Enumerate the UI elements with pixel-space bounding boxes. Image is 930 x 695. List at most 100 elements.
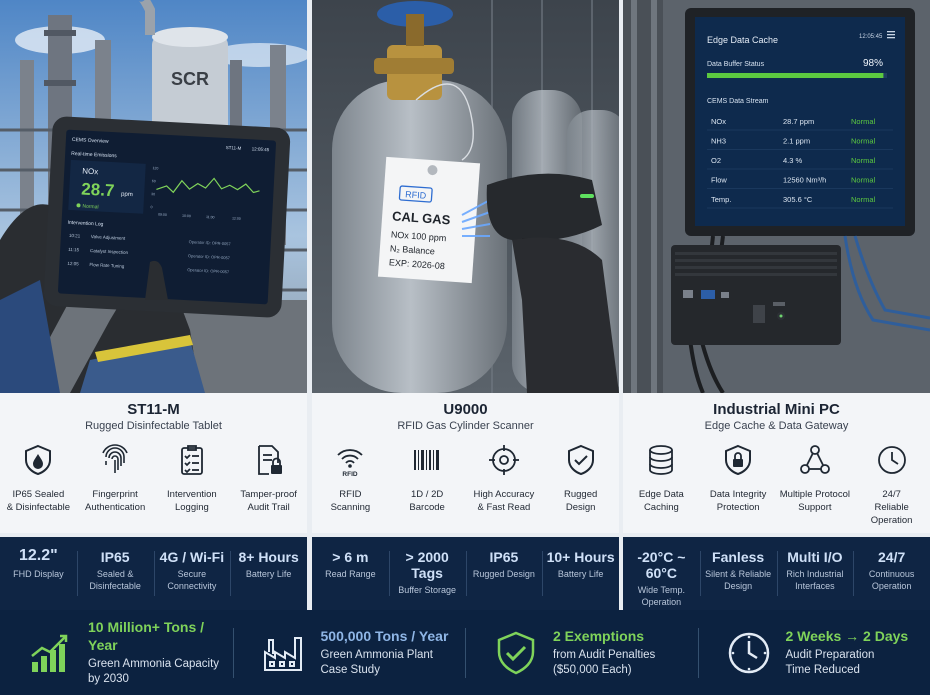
menu-icon[interactable]	[887, 31, 895, 39]
stat-value: 4G / Wi-Fi	[159, 549, 225, 565]
kpi-title: 2 Exemptions	[553, 628, 645, 644]
feature-label: Multiple Protocol Support	[779, 489, 850, 513]
feature-caching: Edge Data Caching	[623, 443, 699, 527]
feature-logging: Intervention Logging	[154, 443, 230, 514]
stream-row-name: NOx	[711, 117, 726, 126]
shield-check-icon	[567, 444, 594, 476]
fingerprint-icon	[102, 444, 128, 473]
kpi-text: 10 Million+ Tons / Year Green Ammonia Ca…	[88, 618, 233, 687]
kpi-bar: 10 Million+ Tons / Year Green Ammonia Ca…	[0, 610, 930, 695]
feature-label: 1D / 2D Barcode	[409, 489, 445, 513]
stat-value: > 6 m	[332, 549, 369, 565]
kpi-desc-2: ($50,000 Each)	[553, 664, 632, 676]
kpi-title: 2 Weeks → 2 Days	[785, 628, 909, 644]
tablet-photo: SCR CEMS Overview ST11-M 12:05:45 Real-t…	[0, 0, 307, 393]
product-subtitle: Edge Cache & Data Gateway	[704, 420, 849, 432]
feature-label: RFID Scanning	[330, 489, 371, 513]
database-icon	[649, 445, 674, 475]
stat-display: 12.2" FHD Display	[0, 537, 77, 610]
clock-icon	[877, 446, 906, 474]
stream-row-status: Normal	[851, 176, 876, 185]
stat-value: 10+ Hours	[546, 549, 615, 565]
tablet-screen-time: 12:05:45	[252, 146, 270, 152]
stream-row-status: Normal	[851, 195, 876, 204]
kpi-text: 2 Exemptions from Audit Penalties ($50,0…	[553, 627, 655, 678]
feature-row: Edge Data Caching Data Integrity Protectio…	[623, 443, 930, 527]
edge-screen-title: Edge Data Cache	[707, 35, 778, 45]
stat-label: Battery Life	[245, 569, 292, 579]
stat-value: 24/7	[878, 549, 906, 565]
tablet-axis-x-1: 10:00	[182, 214, 191, 218]
log-time-0: 10:21	[69, 233, 81, 239]
stream-title: CEMS Data Stream	[707, 98, 769, 105]
tablet-axis-y-3: 0	[150, 205, 152, 209]
tablet-metric-value: 28.7	[81, 179, 115, 200]
stat-label: Read Range	[325, 569, 376, 579]
tablet-axis-y-1: 60	[152, 179, 156, 183]
buffer-value: 98%	[863, 58, 883, 69]
tablet-screen-id: ST11-M	[226, 145, 242, 151]
tag-rfid-label: RFID	[405, 189, 427, 200]
kpi-desc-1: from Audit Penalties	[553, 649, 656, 661]
barcode-icon	[414, 450, 440, 470]
stat-io: Multi I/O Rich Industrial Interfaces	[776, 537, 854, 610]
stat-label: Wide Temp. Operation	[637, 585, 686, 607]
stream-row-value: 4.3 %	[783, 156, 803, 165]
feature-rugged: Rugged Design	[543, 443, 619, 514]
tablet-status: Normal	[82, 204, 98, 211]
product-title: ST11-M	[127, 401, 180, 418]
feature-row: RFID RFID Scanning 1D / 2D Barcode High Ac…	[312, 443, 619, 514]
product-info-u9000: U9000 RFID Gas Cylinder Scanner RFID RFI…	[312, 393, 619, 533]
stream-row-value: 28.7 ppm	[783, 117, 814, 126]
stat-uptime: 24/7 Continuous Operation	[853, 537, 930, 610]
kpi-title: 500,000 Tons / Year	[320, 628, 449, 644]
kpi-desc-2: Case Study	[320, 664, 380, 676]
stream-row-status: Normal	[851, 156, 876, 165]
feature-ip65: IP65 Sealed & Disinfectable	[0, 443, 76, 514]
kpi-plant: 500,000 Tons / Year Green Ammonia Plant …	[232, 618, 466, 688]
feature-label: Edge Data Caching	[638, 489, 684, 513]
tablet-axis-x-0: 09:00	[158, 213, 167, 217]
buffer-fill	[707, 73, 884, 78]
stats-bar-st11m: 12.2" FHD Display IP65 Sealed & Disinfectab…	[0, 537, 307, 610]
stream-row-value: 305.6 °C	[783, 195, 813, 204]
feature-label: 24/7 Reliable Operation	[870, 489, 913, 526]
stat-value: IP65	[100, 549, 130, 565]
tablet-axis-x-3: 12:00	[232, 216, 241, 220]
kpi-text: 2 Weeks → 2 Days Audit Preparation Time …	[786, 627, 909, 678]
stream-row-status: Normal	[851, 117, 876, 126]
stat-value: Multi I/O	[787, 549, 843, 565]
clock-icon	[728, 632, 769, 673]
stream-row-value: 2.1 ppm	[783, 137, 810, 146]
tablet-axis-x-2: 11:00	[206, 215, 215, 219]
feature-accuracy: High Accuracy & Fast Read	[466, 443, 542, 514]
feature-label: IP65 Sealed & Disinfectable	[6, 489, 71, 513]
stat-label: Sealed & Disinfectable	[89, 569, 141, 591]
stat-value: IP65	[489, 549, 519, 565]
stat-value: -20°C ~ 60°C	[637, 549, 686, 581]
kpi-desc-1: Green Ammonia Capacity	[88, 658, 220, 670]
cabinet-scene: Edge Data Cache 12:05:45 Data Buffer Sta…	[623, 0, 930, 393]
stat-battery: 10+ Hours Battery Life	[542, 537, 619, 610]
stat-label: Silent & Reliable Design	[705, 569, 772, 591]
crosshair-icon	[488, 445, 519, 475]
stat-temperature: -20°C ~ 60°C Wide Temp. Operation	[623, 537, 700, 610]
buffer-label: Data Buffer Status	[707, 61, 765, 68]
kpi-exemptions: 2 Exemptions from Audit Penalties ($50,0…	[465, 618, 698, 688]
stream-row-name: O2	[711, 156, 721, 165]
tablet-metric-name: NOx	[82, 167, 98, 177]
stream-row-name: Temp.	[711, 195, 731, 204]
stat-connectivity: 4G / Wi-Fi Secure Connectivity	[153, 537, 231, 610]
product-subtitle: Rugged Disinfectable Tablet	[85, 420, 222, 432]
kpi-desc-1: Audit Preparation	[785, 649, 875, 661]
kpi-desc-2: Time Reduced	[785, 664, 860, 676]
feature-integrity: Data Integrity Protection	[700, 443, 776, 527]
svg-text:RFID: RFID	[343, 471, 358, 477]
shield-check-icon	[497, 631, 535, 674]
stat-battery: 8+ Hours Battery Life	[230, 537, 307, 610]
scanner-photo: RFID CAL GAS NOx 100 ppm N₂ Balance EXP:…	[312, 0, 619, 393]
kpi-capacity: 10 Million+ Tons / Year Green Ammonia Ca…	[0, 618, 233, 688]
product-info-st11m: ST11-M Rugged Disinfectable Tablet IP65 …	[0, 393, 307, 533]
feature-label: Tamper-proof Audit Trail	[240, 489, 297, 513]
stat-fanless: Fanless Silent & Reliable Design	[699, 537, 777, 610]
